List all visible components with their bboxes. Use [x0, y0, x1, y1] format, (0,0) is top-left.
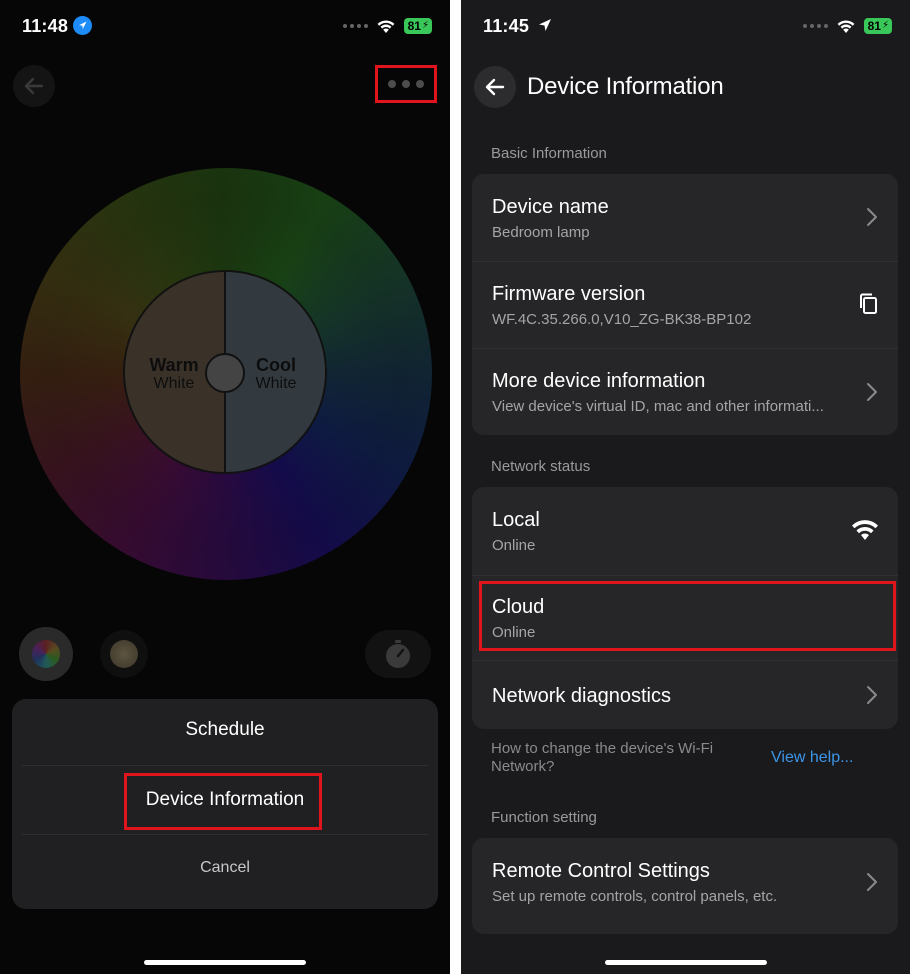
- chevron-right-icon: [867, 208, 877, 226]
- row-subtitle: WF.4C.35.266.0,V10_ZG-BK38-BP102: [492, 311, 752, 328]
- more-dot-icon: [388, 80, 396, 88]
- battery-indicator: 81 ⚡: [403, 18, 432, 34]
- battery-level: 81: [407, 19, 421, 33]
- location-arrow-icon: [539, 19, 552, 32]
- battery-indicator: 81 ⚡: [863, 18, 892, 34]
- signal-icon: [342, 24, 368, 28]
- more-dot-icon: [416, 80, 424, 88]
- charging-bolt-icon: ⚡: [421, 20, 429, 31]
- basic-info-card: Device name Bedroom lamp Firmware versio…: [472, 174, 898, 435]
- right-phone-screen: 11:45 81 ⚡ Device Information Basic Infor…: [461, 0, 910, 974]
- wifi-help-text: How to change the device's Wi-Fi Network…: [491, 740, 714, 775]
- row-title: Device name: [492, 196, 609, 218]
- row-subtitle: Bedroom lamp: [492, 224, 590, 241]
- status-bar: 11:48 81 ⚡: [0, 0, 450, 56]
- more-dot-icon: [402, 80, 410, 88]
- back-arrow-icon: [485, 78, 505, 96]
- home-indicator: [144, 960, 306, 965]
- status-bar: 11:45 81 ⚡: [461, 0, 910, 56]
- back-button[interactable]: [474, 66, 516, 108]
- warm-label-sub: White: [153, 375, 195, 392]
- wifi-icon: [852, 520, 878, 540]
- wifi-status-icon: [837, 19, 855, 33]
- section-label-network: Network status: [491, 458, 591, 475]
- warm-white-label: Warm White: [138, 355, 210, 393]
- row-title: Network diagnostics: [492, 685, 671, 707]
- battery-level: 81: [867, 19, 881, 33]
- schedule-option[interactable]: Schedule: [12, 719, 438, 741]
- status-indicators: 81 ⚡: [342, 18, 432, 34]
- signal-icon: [802, 24, 828, 28]
- section-label-basic: Basic Information: [491, 145, 607, 162]
- row-remote-control-settings[interactable]: Remote Control Settings Set up remote co…: [472, 838, 898, 934]
- row-title: Remote Control Settings: [492, 860, 710, 882]
- status-time: 11:48: [22, 15, 93, 37]
- page-title: Device Information: [527, 73, 724, 100]
- sheet-divider: [22, 765, 428, 766]
- function-setting-card: Remote Control Settings Set up remote co…: [472, 838, 898, 934]
- cool-label-sub: White: [255, 375, 297, 392]
- back-arrow-icon: [24, 77, 44, 95]
- timer-button[interactable]: [365, 630, 431, 678]
- color-mode-button[interactable]: [19, 627, 73, 681]
- wifi-status-icon: [377, 19, 395, 33]
- status-time: 11:45: [483, 16, 553, 37]
- cool-white-label: Cool White: [240, 355, 312, 393]
- charging-bolt-icon: ⚡: [881, 20, 889, 31]
- sheet-divider: [22, 834, 428, 835]
- chevron-right-icon: [867, 873, 877, 891]
- status-indicators: 81 ⚡: [802, 18, 892, 34]
- white-mode-button[interactable]: [100, 630, 148, 678]
- row-subtitle: View device's virtual ID, mac and other …: [492, 398, 824, 415]
- more-options-button[interactable]: [375, 65, 437, 103]
- row-network-diagnostics[interactable]: Network diagnostics: [472, 661, 898, 729]
- row-local: Local Online: [472, 487, 898, 575]
- row-title: Firmware version: [492, 283, 646, 305]
- home-indicator: [605, 960, 767, 965]
- row-subtitle: Online: [492, 537, 536, 554]
- cancel-option[interactable]: Cancel: [12, 859, 438, 877]
- row-title: More device information: [492, 370, 706, 392]
- wheel-selector-knob[interactable]: [205, 353, 245, 393]
- status-time-text: 11:48: [22, 16, 69, 36]
- copy-icon[interactable]: [858, 292, 880, 316]
- color-palette-icon: [32, 640, 60, 668]
- row-firmware-version: Firmware version WF.4C.35.266.0,V10_ZG-B…: [472, 262, 898, 348]
- highlight-box-cloud: [479, 581, 896, 651]
- warm-label-title: Warm: [149, 355, 199, 375]
- section-label-function: Function setting: [491, 809, 597, 826]
- row-subtitle: Set up remote controls, control panels, …: [492, 888, 778, 905]
- status-time-text: 11:45: [483, 16, 530, 36]
- highlight-box-device-info: [124, 773, 322, 830]
- timer-icon: [386, 640, 410, 668]
- left-phone-screen: 11:48 81 ⚡ Warm White Cool White Schedul…: [0, 0, 450, 974]
- row-title: Local: [492, 509, 540, 531]
- row-device-name[interactable]: Device name Bedroom lamp: [472, 174, 898, 261]
- cool-label-title: Cool: [256, 355, 296, 375]
- location-arrow-icon: [73, 15, 93, 35]
- chevron-right-icon: [867, 383, 877, 401]
- white-light-icon: [110, 640, 138, 668]
- row-more-device-info[interactable]: More device information View device's vi…: [472, 349, 898, 435]
- view-help-link[interactable]: View help...: [771, 749, 853, 767]
- chevron-right-icon: [867, 686, 877, 704]
- back-button[interactable]: [13, 65, 55, 107]
